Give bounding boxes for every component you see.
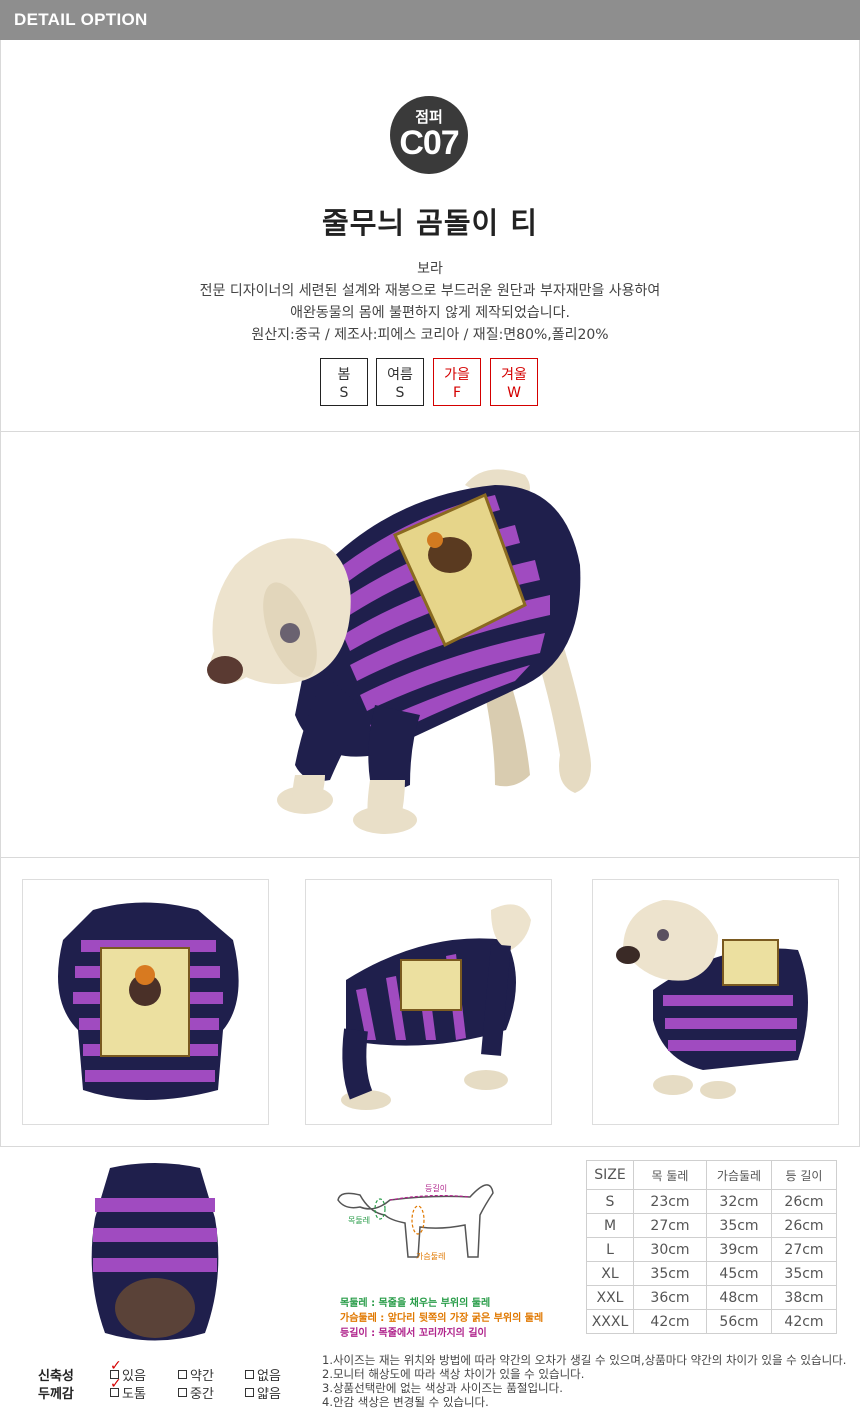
season-summer: 여름 S [376,358,424,406]
checkbox-icon [178,1370,187,1379]
checkbox-icon [245,1388,254,1397]
product-origin: 원산지:중국 / 제조사:피에스 코리아 / 재질:면80%,폴리20% [251,327,609,343]
season-size: S [395,385,405,401]
neck-cell: 30cm [633,1237,707,1262]
season-name: 겨울 [501,367,527,383]
back-cell: 26cm [771,1189,837,1214]
size-cell: S [586,1189,634,1214]
table-header-cell: SIZE [586,1160,634,1190]
chest-cell: 45cm [706,1261,772,1286]
size-cell: XXL [586,1285,634,1310]
product-color: 보라 [417,261,443,277]
neck-cell: 42cm [633,1309,707,1334]
table-row: XL 35cm 45cm 35cm [586,1261,837,1286]
option-label: 있음 [122,1369,146,1384]
product-code: C07 [399,124,459,162]
season-name: 여름 [387,367,413,383]
size-cell: L [586,1237,634,1262]
stretch-label: 신축성 [38,1369,74,1384]
measurement-diagram: 등길이 목둘레 가슴둘레 [337,1183,494,1261]
chest-cell: 32cm [706,1189,772,1214]
season-size: S [339,385,349,401]
product-name: 줄무늬 곰돌이 티 [322,206,538,240]
table-header-row: SIZE 목 둘레 가슴둘레 등 길이 [586,1160,837,1190]
table-row: S 23cm 32cm 26cm [586,1189,837,1214]
back-cell: 38cm [771,1285,837,1310]
thickness-option-thin: 얇음 [245,1383,281,1402]
season-winter: 겨울 W [490,358,538,406]
check-mark-icon: ✓ [110,1358,122,1374]
side-view-photo [305,879,552,1125]
thickness-option-medium: 중간 [178,1383,214,1402]
table-row: M 27cm 35cm 26cm [586,1213,837,1238]
check-mark-icon: ✓ [110,1376,122,1392]
season-spring: 봄 S [320,358,368,406]
table-header-cell: 목 둘레 [633,1160,707,1190]
chest-cell: 39cm [706,1237,772,1262]
size-cell: XXXL [586,1309,634,1334]
back-length-label: 등길이 [425,1183,447,1193]
front-view-photo [592,879,839,1125]
neck-cell: 35cm [633,1261,707,1286]
size-cell: XL [586,1261,634,1286]
table-row: L 30cm 39cm 27cm [586,1237,837,1262]
product-description-line2: 애완동물의 몸에 불편하지 않게 제작되었습니다. [290,305,570,321]
back-view-photo [91,1163,219,1341]
section-header-bar: DETAIL OPTION [0,0,860,40]
product-description-line1: 전문 디자이너의 세련된 설계와 재봉으로 부드러운 원단과 부자재만을 사용하… [199,283,661,299]
note-line-4: 4.안감 색상은 변경될 수 있습니다. [322,1395,489,1409]
stretch-option-some: 약간 [178,1365,214,1384]
neck-label: 목둘레 [348,1216,370,1225]
chest-cell: 35cm [706,1213,772,1238]
table-row: XXXL 42cm 56cm 42cm [586,1309,837,1334]
size-cell: M [586,1213,634,1238]
stretch-option-none: 없음 [245,1365,281,1384]
season-size: W [507,385,521,401]
legend-back: 등길이 : 목줄에서 꼬리까지의 길이 [340,1328,487,1339]
option-label: 없음 [257,1369,281,1384]
table-row: XXL 36cm 48cm 38cm [586,1285,837,1310]
season-size: F [452,385,462,401]
neck-cell: 27cm [633,1213,707,1238]
chest-cell: 56cm [706,1309,772,1334]
season-name: 봄 [337,367,351,383]
size-table: SIZE 목 둘레 가슴둘레 등 길이 S 23cm 32cm 26cm M 2… [586,1160,837,1334]
chest-label: 가슴둘레 [416,1252,445,1261]
table-header-cell: 등 길이 [771,1160,837,1190]
checkbox-icon [178,1388,187,1397]
chest-cell: 48cm [706,1285,772,1310]
checkbox-icon [245,1370,254,1379]
season-autumn: 가을 F [433,358,481,406]
option-label: 약간 [190,1369,214,1384]
option-label: 중간 [190,1387,214,1402]
neck-cell: 36cm [633,1285,707,1310]
back-cell: 27cm [771,1237,837,1262]
legend-neck: 목둘레 : 목줄을 채우는 부위의 둘레 [340,1298,491,1309]
neck-cell: 23cm [633,1189,707,1214]
section-title: DETAIL OPTION [14,10,148,29]
main-product-photo [207,469,591,834]
legend-chest: 가슴둘레 : 앞다리 뒷쪽의 가장 굵은 부위의 둘레 [340,1313,544,1324]
option-label: 도톰 [122,1387,146,1402]
back-cell: 35cm [771,1261,837,1286]
table-header-cell: 가슴둘레 [706,1160,772,1190]
flat-shirt-photo [22,879,269,1125]
season-name: 가을 [444,367,470,383]
back-cell: 42cm [771,1309,837,1334]
product-code-badge: 점퍼 C07 [390,96,468,174]
option-label: 얇음 [257,1387,281,1402]
back-cell: 26cm [771,1213,837,1238]
thickness-label: 두께감 [38,1387,74,1402]
